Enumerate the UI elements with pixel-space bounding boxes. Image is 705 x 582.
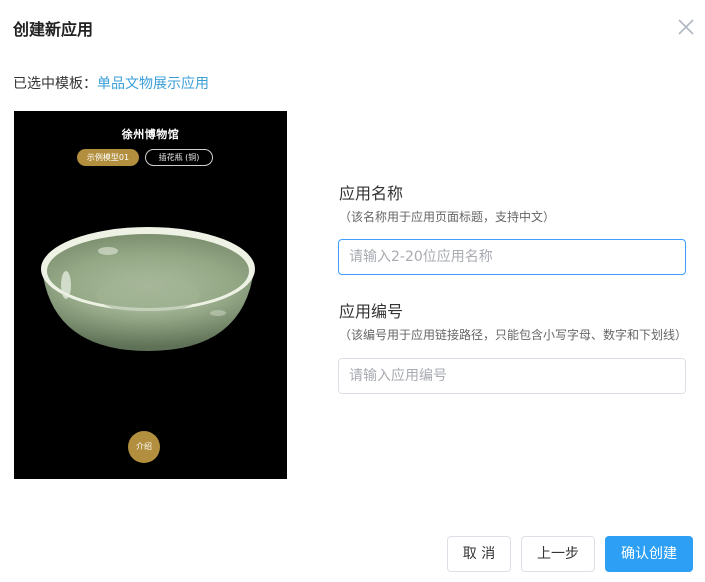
- previous-step-button[interactable]: 上一步: [521, 536, 595, 572]
- confirm-create-button[interactable]: 确认创建: [605, 536, 693, 572]
- app-code-label: 应用编号: [339, 302, 404, 321]
- preview-pill-selected: 示例模型01: [77, 149, 139, 166]
- app-name-label: 应用名称: [339, 184, 404, 203]
- close-icon[interactable]: [676, 17, 696, 37]
- template-preview: 徐州博物馆 示例模型01 插花瓶 (铜) 介绍: [14, 111, 287, 479]
- selected-template-line: 已选中模板：单品文物展示应用: [13, 73, 209, 93]
- dialog-title: 创建新应用: [13, 20, 94, 39]
- app-name-hint: （该名称用于应用页面标题，支持中文）: [339, 210, 556, 224]
- preview-museum-name: 徐州博物馆: [121, 128, 180, 141]
- celadon-bowl-image: [41, 227, 255, 351]
- preview-intro-button: 介绍: [128, 431, 160, 463]
- preview-pill-other: 插花瓶 (铜): [145, 149, 213, 166]
- selected-template-prefix: 已选中模板：: [13, 76, 97, 92]
- app-code-hint: （该编号用于应用链接路径，只能包含小写字母、数字和下划线）: [339, 328, 688, 342]
- app-name-input[interactable]: [338, 239, 686, 275]
- selected-template-link[interactable]: 单品文物展示应用: [97, 76, 209, 92]
- app-code-input[interactable]: [338, 358, 686, 394]
- create-app-dialog: 创建新应用 已选中模板：单品文物展示应用 徐州博物馆 示例模型01 插花瓶 (铜…: [0, 0, 705, 582]
- cancel-button[interactable]: 取 消: [447, 536, 511, 572]
